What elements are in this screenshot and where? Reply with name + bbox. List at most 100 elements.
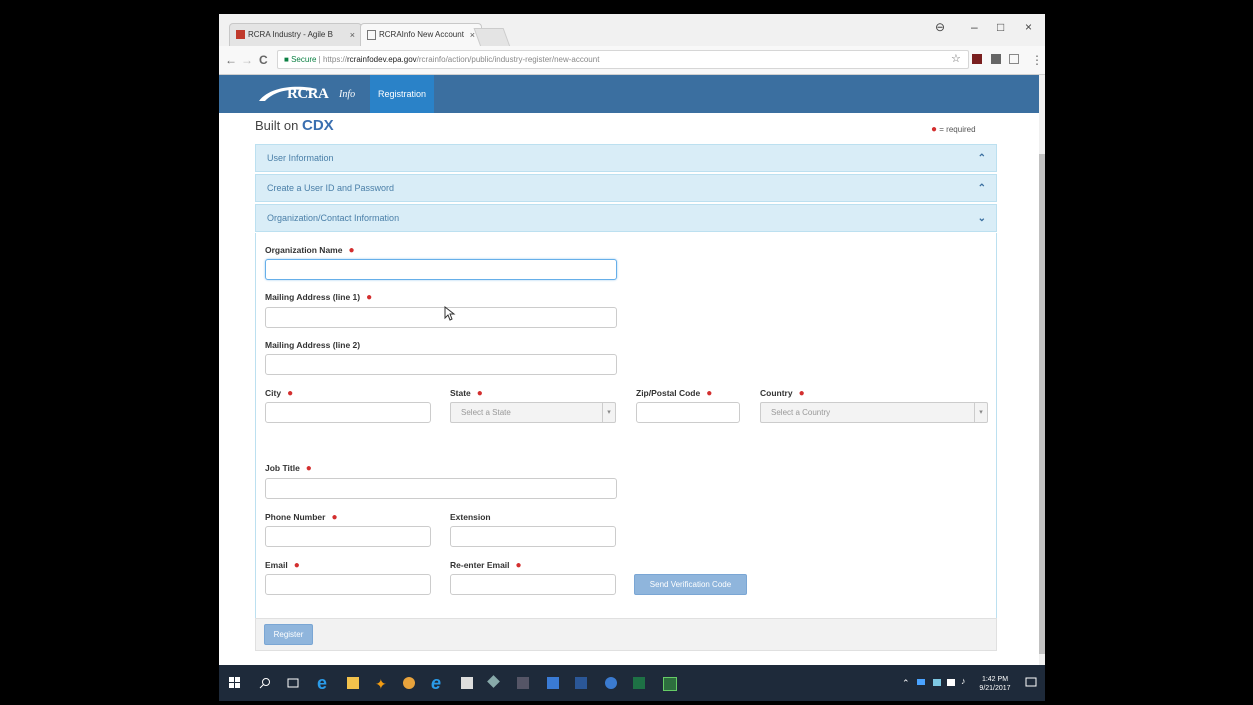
country-label: Country ● bbox=[760, 388, 805, 399]
extension-label: Extension bbox=[450, 512, 491, 522]
label-text: Job Title bbox=[265, 463, 300, 473]
section-title: User Information bbox=[267, 153, 334, 163]
reenter-email-input[interactable] bbox=[450, 574, 616, 595]
back-button[interactable]: ← bbox=[225, 53, 237, 67]
zip-label: Zip/Postal Code ● bbox=[636, 388, 712, 399]
mailing1-label: Mailing Address (line 1) ● bbox=[265, 292, 372, 303]
extension-icon[interactable] bbox=[1009, 54, 1019, 64]
cdx-logo: CDX bbox=[302, 117, 334, 134]
mailing-address-1-input[interactable] bbox=[265, 307, 617, 328]
chevron-up-icon: ⌃ bbox=[977, 183, 986, 194]
send-verification-code-button[interactable]: Send Verification Code bbox=[634, 574, 747, 595]
calculator-icon[interactable] bbox=[461, 677, 473, 689]
select-placeholder: Select a Country bbox=[771, 408, 831, 417]
star-icon[interactable]: ☆ bbox=[951, 52, 961, 65]
required-icon: ● bbox=[798, 388, 805, 399]
site-header: RCRA Info Registration bbox=[219, 75, 1039, 113]
search-icon[interactable] bbox=[259, 677, 271, 689]
required-icon: ● bbox=[476, 388, 483, 399]
extension-input[interactable] bbox=[450, 526, 616, 547]
clock-time: 1:42 PM bbox=[981, 676, 1009, 683]
windows-start-icon[interactable] bbox=[229, 677, 241, 689]
taskbar: e ✦ e ⌃ ♪ 1:42 PM 9/21/2017 bbox=[219, 665, 1045, 701]
close-window-button[interactable]: × bbox=[1025, 20, 1032, 34]
required-icon: ● bbox=[331, 512, 338, 523]
city-input[interactable] bbox=[265, 402, 431, 423]
logo-sub: Info bbox=[339, 89, 356, 100]
network-icon[interactable] bbox=[947, 679, 955, 686]
address-bar[interactable]: ■ Secure | https://rcrainfodev.epa.gov/r… bbox=[277, 50, 969, 69]
app-icon[interactable] bbox=[517, 677, 529, 689]
section-title: Create a User ID and Password bbox=[267, 183, 395, 193]
word-icon[interactable] bbox=[575, 677, 587, 689]
email-input[interactable] bbox=[265, 574, 431, 595]
chrome-icon[interactable] bbox=[403, 677, 415, 689]
new-tab-button[interactable] bbox=[473, 28, 511, 47]
lock-icon: ■ bbox=[284, 55, 289, 64]
section-organization-contact[interactable]: Organization/Contact Information ⌄ bbox=[255, 204, 997, 232]
required-icon: ● bbox=[287, 388, 294, 399]
label-text: Mailing Address (line 1) bbox=[265, 292, 361, 302]
section-user-id-password[interactable]: Create a User ID and Password ⌃ bbox=[255, 174, 997, 202]
volume-icon[interactable]: ♪ bbox=[961, 676, 973, 688]
required-icon: ● bbox=[706, 388, 713, 399]
minimize-button[interactable]: – bbox=[971, 20, 978, 34]
nav-tab-registration[interactable]: Registration bbox=[370, 75, 434, 113]
state-select[interactable]: Select a State ▾ bbox=[450, 402, 616, 423]
outlook-icon[interactable] bbox=[547, 677, 559, 689]
pdf-extension-icon[interactable] bbox=[972, 54, 982, 64]
excel-icon[interactable] bbox=[633, 677, 645, 689]
chevron-up-icon[interactable]: ⌃ bbox=[902, 678, 914, 690]
required-icon: ● bbox=[515, 560, 522, 571]
task-view-icon[interactable] bbox=[287, 677, 299, 689]
phone-number-input[interactable] bbox=[265, 526, 431, 547]
mailing-address-2-input[interactable] bbox=[265, 354, 617, 375]
dropdown-arrow-icon: ▾ bbox=[602, 403, 615, 422]
select-placeholder: Select a State bbox=[461, 408, 511, 417]
label-text: Zip/Postal Code bbox=[636, 388, 701, 398]
app-icon[interactable] bbox=[487, 675, 500, 688]
url-host: rcrainfodev.epa.gov bbox=[347, 55, 417, 64]
clock[interactable]: 1:42 PM 9/21/2017 bbox=[975, 675, 1015, 693]
edge-icon[interactable]: e bbox=[317, 673, 329, 693]
chevron-up-icon: ⌃ bbox=[977, 153, 986, 164]
org-name-label: Organization Name ● bbox=[265, 245, 355, 256]
cloud-icon[interactable] bbox=[917, 679, 925, 685]
menu-icon[interactable]: ⋮ bbox=[1031, 53, 1043, 67]
internet-explorer-icon[interactable]: e bbox=[431, 673, 443, 693]
close-tab-icon[interactable]: × bbox=[350, 24, 355, 46]
tab-rcrainfo-new-account[interactable]: RCRAInfo New Account × bbox=[360, 23, 482, 46]
notifications-icon[interactable] bbox=[1025, 677, 1037, 689]
excel-icon[interactable] bbox=[663, 677, 677, 691]
register-button[interactable]: Register bbox=[264, 624, 313, 645]
zip-input[interactable] bbox=[636, 402, 740, 423]
required-icon: ● bbox=[305, 463, 312, 474]
built-on-cdx: Built on CDX bbox=[255, 117, 334, 134]
label-text: Mailing Address (line 2) bbox=[265, 340, 361, 350]
secure-label: Secure bbox=[291, 55, 317, 64]
required-icon: ● bbox=[366, 292, 373, 303]
job-title-input[interactable] bbox=[265, 478, 617, 499]
reload-button[interactable]: C bbox=[259, 53, 268, 67]
label-text: Email bbox=[265, 560, 288, 570]
profile-icon[interactable]: ⊖ bbox=[935, 20, 945, 34]
country-select[interactable]: Select a Country ▾ bbox=[760, 402, 988, 423]
tab-title: RCRAInfo New Account bbox=[379, 30, 464, 39]
forward-button[interactable]: → bbox=[241, 53, 253, 67]
title-bar: RCRA Industry - Agile B × RCRAInfo New A… bbox=[219, 14, 1045, 47]
app-tray-icon[interactable] bbox=[933, 679, 941, 686]
extension-icon[interactable] bbox=[991, 54, 1001, 64]
label-text: State bbox=[450, 388, 471, 398]
skype-icon[interactable] bbox=[605, 677, 617, 689]
city-label: City ● bbox=[265, 388, 293, 399]
organization-name-input[interactable] bbox=[265, 259, 617, 280]
tab-rcra-industry[interactable]: RCRA Industry - Agile B × bbox=[229, 23, 362, 46]
file-explorer-icon[interactable] bbox=[347, 677, 359, 689]
section-user-information[interactable]: User Information ⌃ bbox=[255, 144, 997, 172]
phone-label: Phone Number ● bbox=[265, 512, 338, 523]
scrollbar-thumb[interactable] bbox=[1039, 154, 1045, 654]
maximize-button[interactable]: □ bbox=[997, 20, 1004, 34]
reenter-email-label: Re-enter Email ● bbox=[450, 560, 522, 571]
required-icon: ● bbox=[348, 245, 355, 256]
app-icon[interactable]: ✦ bbox=[375, 676, 387, 692]
